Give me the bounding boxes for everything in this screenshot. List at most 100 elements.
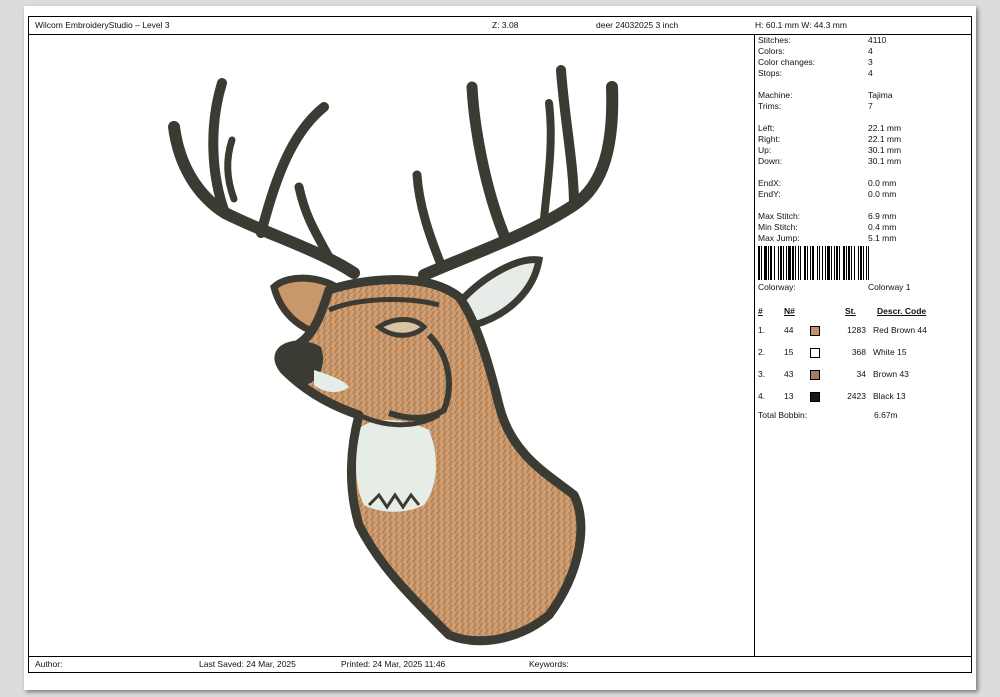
- last-saved: Last Saved: 24 Mar, 2025: [199, 659, 296, 669]
- design-filename: deer 24032025 3 inch: [596, 20, 679, 30]
- thread-swatch: [810, 370, 820, 380]
- thread-description: Red Brown 44: [873, 325, 927, 335]
- colorway-label: Colorway:: [758, 282, 796, 292]
- zoom-level: Z: 3.08: [492, 20, 519, 30]
- stat-label: Stitches:: [758, 35, 791, 45]
- thread-swatch: [810, 392, 820, 402]
- stat-row: Machine: Tajima: [758, 90, 971, 101]
- thread-swatch: [810, 326, 820, 336]
- stat-value: 5.1 mm: [868, 233, 897, 243]
- stitch-count: 2423: [847, 391, 866, 401]
- stat-label: Trims:: [758, 101, 782, 111]
- thread-swatch: [810, 348, 820, 358]
- color-table-row: 2. 15 368 White 15: [758, 342, 971, 364]
- stat-row: Left: 22.1 mm: [758, 123, 971, 134]
- col-description: Descr. Code: [877, 306, 927, 316]
- report-footer: Author: Last Saved: 24 Mar, 2025 Printed…: [29, 656, 971, 672]
- stat-value: 4110: [868, 35, 887, 45]
- stat-row: Max Jump: 5.1 mm: [758, 233, 971, 244]
- stat-row: Right: 22.1 mm: [758, 134, 971, 145]
- thread-number: 44: [784, 325, 794, 335]
- stat-row: Colors: 4: [758, 46, 971, 57]
- stat-row: Up: 30.1 mm: [758, 145, 971, 156]
- stat-label: Min Stitch:: [758, 222, 798, 232]
- stat-row: Min Stitch: 0.4 mm: [758, 222, 971, 233]
- stitch-count: 1283: [847, 325, 866, 335]
- stat-row: EndY: 0.0 mm: [758, 189, 971, 200]
- thread-description: White 15: [873, 347, 907, 357]
- stat-value: 0.4 mm: [868, 222, 897, 232]
- report-header: Wilcom EmbroideryStudio – Level 3 Z: 3.0…: [29, 17, 971, 35]
- deer-head-icon: [168, 65, 619, 646]
- bobbin-label: Total Bobbin:: [758, 410, 808, 420]
- row-index: 1.: [758, 325, 766, 335]
- printed-date: Printed: 24 Mar, 2025 11:46: [341, 659, 446, 669]
- bobbin-row: Total Bobbin: 6.67m: [758, 410, 971, 422]
- stat-row: Stops: 4: [758, 68, 971, 79]
- stat-value: 3: [868, 57, 873, 67]
- stat-value: 0.0 mm: [868, 178, 897, 188]
- thread-number: 15: [784, 347, 794, 357]
- stat-value: 22.1 mm: [868, 123, 902, 133]
- stat-label: Colors:: [758, 46, 785, 56]
- author-label: Author:: [35, 659, 63, 669]
- color-table-header: # N# St. Descr. Code: [758, 306, 971, 320]
- colorway-value: Colorway 1: [868, 282, 911, 292]
- color-table-row: 3. 43 34 Brown 43: [758, 364, 971, 386]
- stat-label: Max Jump:: [758, 233, 800, 243]
- col-number: N#: [784, 306, 795, 316]
- stat-label: EndY:: [758, 189, 781, 199]
- stitch-count: 368: [851, 347, 866, 357]
- stat-value: Tajima: [868, 90, 893, 100]
- stat-row: Down: 30.1 mm: [758, 156, 971, 167]
- stat-value: 22.1 mm: [868, 134, 902, 144]
- stat-label: Right:: [758, 134, 781, 144]
- col-stitches: St.: [845, 306, 856, 316]
- row-index: 2.: [758, 347, 766, 357]
- stat-row: Max Stitch: 6.9 mm: [758, 211, 971, 222]
- stat-label: Machine:: [758, 90, 793, 100]
- stat-row: Color changes: 3: [758, 57, 971, 68]
- stat-row: Trims: 7: [758, 101, 971, 112]
- stat-label: Stops:: [758, 68, 783, 78]
- stat-label: Down:: [758, 156, 783, 166]
- stat-value: 30.1 mm: [868, 156, 902, 166]
- design-dimensions: H: 60.1 mm W: 44.3 mm: [755, 20, 847, 30]
- stat-label: Left:: [758, 123, 775, 133]
- design-info-panel: Stitches: 4110 Colors: 4 Color changes: 3 Stop…: [758, 35, 971, 422]
- thread-description: Black 13: [873, 391, 906, 401]
- color-table-row: 1. 44 1283 Red Brown 44: [758, 320, 971, 342]
- design-preview: [29, 35, 754, 659]
- stat-value: 7: [868, 101, 873, 111]
- bobbin-value: 6.67m: [874, 410, 898, 420]
- colorway-row: Colorway: Colorway 1: [758, 282, 971, 294]
- row-index: 3.: [758, 369, 766, 379]
- app-title: Wilcom EmbroideryStudio – Level 3: [35, 20, 170, 30]
- stat-value: 4: [868, 68, 873, 78]
- report-sheet: Wilcom EmbroideryStudio – Level 3 Z: 3.0…: [28, 16, 972, 673]
- col-index: #: [758, 306, 763, 316]
- print-preview-page: Wilcom EmbroideryStudio – Level 3 Z: 3.0…: [24, 6, 976, 690]
- stat-label: Max Stitch:: [758, 211, 801, 221]
- stat-row: EndX: 0.0 mm: [758, 178, 971, 189]
- stat-label: Up:: [758, 145, 772, 155]
- stat-label: EndX:: [758, 178, 782, 188]
- stitch-count: 34: [856, 369, 866, 379]
- row-index: 4.: [758, 391, 766, 401]
- stat-value: 30.1 mm: [868, 145, 902, 155]
- thread-number: 13: [784, 391, 794, 401]
- stat-value: 6.9 mm: [868, 211, 897, 221]
- stat-value: 0.0 mm: [868, 189, 897, 199]
- thread-description: Brown 43: [873, 369, 909, 379]
- thread-number: 43: [784, 369, 794, 379]
- stat-value: 4: [868, 46, 873, 56]
- barcode-icon: [758, 246, 952, 280]
- column-divider: [754, 34, 755, 657]
- color-table-row: 4. 13 2423 Black 13: [758, 386, 971, 408]
- keywords-label: Keywords:: [529, 659, 569, 669]
- stat-label: Color changes:: [758, 57, 816, 67]
